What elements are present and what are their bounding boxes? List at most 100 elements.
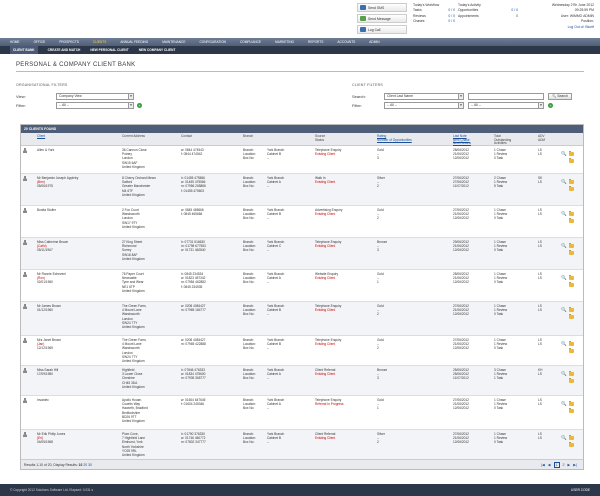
folder-icon[interactable] <box>569 378 574 383</box>
nav-marketing[interactable]: MARKETING <box>275 40 294 44</box>
folder-icon[interactable] <box>569 158 574 163</box>
folder-icon[interactable] <box>569 211 574 216</box>
folder-icon[interactable] <box>569 307 574 312</box>
client-name[interactable]: Bonita Stoller <box>37 208 56 212</box>
send-message-button[interactable]: Send Message <box>357 14 407 23</box>
nav-annual-feeding[interactable]: ANNUAL FEEDING <box>120 40 148 44</box>
table-row[interactable]: Invaxtec Apollo House, Cowrtin Way Haworth,… <box>21 396 583 430</box>
logout-link[interactable]: Log Out of: Bluetf <box>568 25 594 29</box>
nav-reports[interactable]: REPORTS <box>308 40 323 44</box>
nav-home[interactable]: HOME <box>10 40 20 44</box>
activity-line[interactable]: 0 Task <box>494 156 507 160</box>
nav-office[interactable]: OFFICE <box>34 40 46 44</box>
activity-line[interactable]: 0 Task <box>494 248 507 252</box>
client-name-cell[interactable]: Miss Catherine Brown (Cathi) 05/11/1967 <box>37 240 68 253</box>
view-client-icon[interactable]: 🔍 <box>561 341 567 346</box>
next-page-icon[interactable]: ▶ <box>568 463 571 467</box>
page-2[interactable]: 2 <box>563 463 565 467</box>
search-input[interactable] <box>468 93 544 100</box>
view-client-icon[interactable]: 🔍 <box>561 151 567 156</box>
table-row[interactable]: Mr James Brown 01/12/1960 The Green Farm, 4… <box>21 302 583 336</box>
view-client-icon[interactable]: 🔍 <box>561 371 567 376</box>
client-name-cell[interactable]: Mr Benjamin Joseph Appleby (Ben) 05/06/197… <box>37 176 78 189</box>
table-row[interactable]: Mrs Janet Brown (Jan) 12/12/1965 The Green … <box>21 336 583 366</box>
activity-line[interactable]: 1 Task <box>494 376 507 380</box>
folder-icon[interactable] <box>569 282 574 287</box>
subnav-new-company-client[interactable]: NEW COMPANY CLIENT <box>139 48 176 52</box>
folder-icon[interactable] <box>569 243 574 248</box>
view-client-icon[interactable]: 🔍 <box>561 275 567 280</box>
view-client-icon[interactable]: 🔍 <box>561 211 567 216</box>
table-row[interactable]: Miss Sarah Hill 17/09/1980 Highfield 3 Lowe… <box>21 366 583 396</box>
col-client[interactable]: Client <box>37 134 45 139</box>
client-name-cell[interactable]: Mr James Brown 01/12/1960 <box>37 304 61 312</box>
nav-accounts[interactable]: ACCOUNTS <box>337 40 355 44</box>
add-filter-icon[interactable]: + <box>137 103 142 108</box>
search-button[interactable]: 🔍 Search <box>548 93 572 100</box>
client-name[interactable]: Allen & York <box>37 148 54 152</box>
display-30[interactable]: 30 <box>88 463 92 467</box>
folder-icon[interactable] <box>569 151 574 156</box>
nav-prospects[interactable]: PROSPECTS <box>59 40 79 44</box>
folder-icon[interactable] <box>569 179 574 184</box>
folder-icon[interactable] <box>569 186 574 191</box>
chases-count[interactable]: 0 / 0 <box>448 19 455 24</box>
activity-line[interactable]: 0 Task <box>494 280 507 284</box>
activity-line[interactable]: 0 Task <box>494 312 507 316</box>
nav-maintenance[interactable]: MAINTENANCE <box>162 40 185 44</box>
activity-line[interactable]: 5 Task <box>494 184 507 188</box>
subnav-client-bank[interactable]: CLIENT BANK <box>10 46 38 54</box>
prev-page-icon[interactable]: ◀ <box>548 463 551 467</box>
search-type-select[interactable]: Client Last Name ▼ <box>384 93 464 100</box>
view-client-icon[interactable]: 🔍 <box>561 307 567 312</box>
activity-line[interactable]: 0 Task <box>494 440 507 444</box>
client-name-cell[interactable]: Allen & York <box>37 148 54 152</box>
client-filter-select-1[interactable]: -- All -- ▼ <box>384 102 464 109</box>
folder-icon[interactable] <box>569 371 574 376</box>
display-20[interactable]: 20 <box>83 463 87 467</box>
nav-configuration[interactable]: CONFIGURATION <box>199 40 226 44</box>
activity-line[interactable]: 0 Task <box>494 216 507 220</box>
view-client-icon[interactable]: 🔍 <box>561 401 567 406</box>
add-client-filter-icon[interactable]: + <box>548 103 553 108</box>
folder-icon[interactable] <box>569 442 574 447</box>
activity-line[interactable]: 0 Task <box>494 346 507 350</box>
table-row[interactable]: Bonita Stoller 2 Fox Court Wandsworth Londo… <box>21 206 583 238</box>
nav-compliance[interactable]: COMPLIANCE <box>240 40 261 44</box>
table-row[interactable]: Miss Catherine Brown (Cathi) 05/11/1967 27 … <box>21 238 583 270</box>
org-filter-select[interactable]: -- All -- ▼ <box>56 102 134 109</box>
folder-icon[interactable] <box>569 218 574 223</box>
send-sms-button[interactable]: Send SMS <box>357 3 407 12</box>
client-name-cell[interactable]: Miss Sarah Hill 17/09/1980 <box>37 368 58 376</box>
folder-icon[interactable] <box>569 250 574 255</box>
table-row[interactable]: Mr Benjamin Joseph Appleby (Ben) 05/06/197… <box>21 174 583 206</box>
client-name-cell[interactable]: Mr Ronnie Echeveel (Ron) 02/01/1960 <box>37 272 66 285</box>
folder-icon[interactable] <box>569 275 574 280</box>
subnav-new-personal-client[interactable]: NEW PERSONAL CLIENT <box>90 48 128 52</box>
client-filter-select-2[interactable]: -- All -- ▼ <box>468 102 544 109</box>
table-row[interactable]: Mr Ronnie Echeveel (Ron) 02/01/1960 76 Pape… <box>21 270 583 302</box>
first-page-icon[interactable]: |◀ <box>541 463 545 467</box>
log-call-button[interactable]: Log Call <box>357 25 407 34</box>
folder-icon[interactable] <box>569 401 574 406</box>
folder-icon[interactable] <box>569 435 574 440</box>
folder-icon[interactable] <box>569 314 574 319</box>
activity-line[interactable]: 0 Task <box>494 406 507 410</box>
folder-icon[interactable] <box>569 408 574 413</box>
last-page-icon[interactable]: ▶| <box>573 463 577 467</box>
page-1[interactable]: 1 <box>553 462 560 468</box>
nav-admin[interactable]: ADMIN <box>369 40 379 44</box>
client-name[interactable]: Invaxtec <box>37 398 49 402</box>
subnav-create-and-match[interactable]: CREATE AND MATCH <box>48 48 81 52</box>
view-client-icon[interactable]: 🔍 <box>561 435 567 440</box>
col-last-note[interactable]: Last Note Next Chase Next Review <box>453 134 471 146</box>
client-name-cell[interactable]: Mrs Janet Brown (Jan) 12/12/1965 <box>37 338 61 351</box>
client-name-cell[interactable]: Invaxtec <box>37 398 49 402</box>
col-rating[interactable]: Rating Number of Opportunities <box>377 134 412 142</box>
table-row[interactable]: Allen & York 36 Cannon Close Putney London S… <box>21 146 583 174</box>
display-10[interactable]: 10 <box>79 463 83 467</box>
nav-clients[interactable]: CLIENTS <box>93 40 106 44</box>
view-client-icon[interactable]: 🔍 <box>561 243 567 248</box>
view-client-icon[interactable]: 🔍 <box>561 179 567 184</box>
client-name-cell[interactable]: Bonita Stoller <box>37 208 56 212</box>
